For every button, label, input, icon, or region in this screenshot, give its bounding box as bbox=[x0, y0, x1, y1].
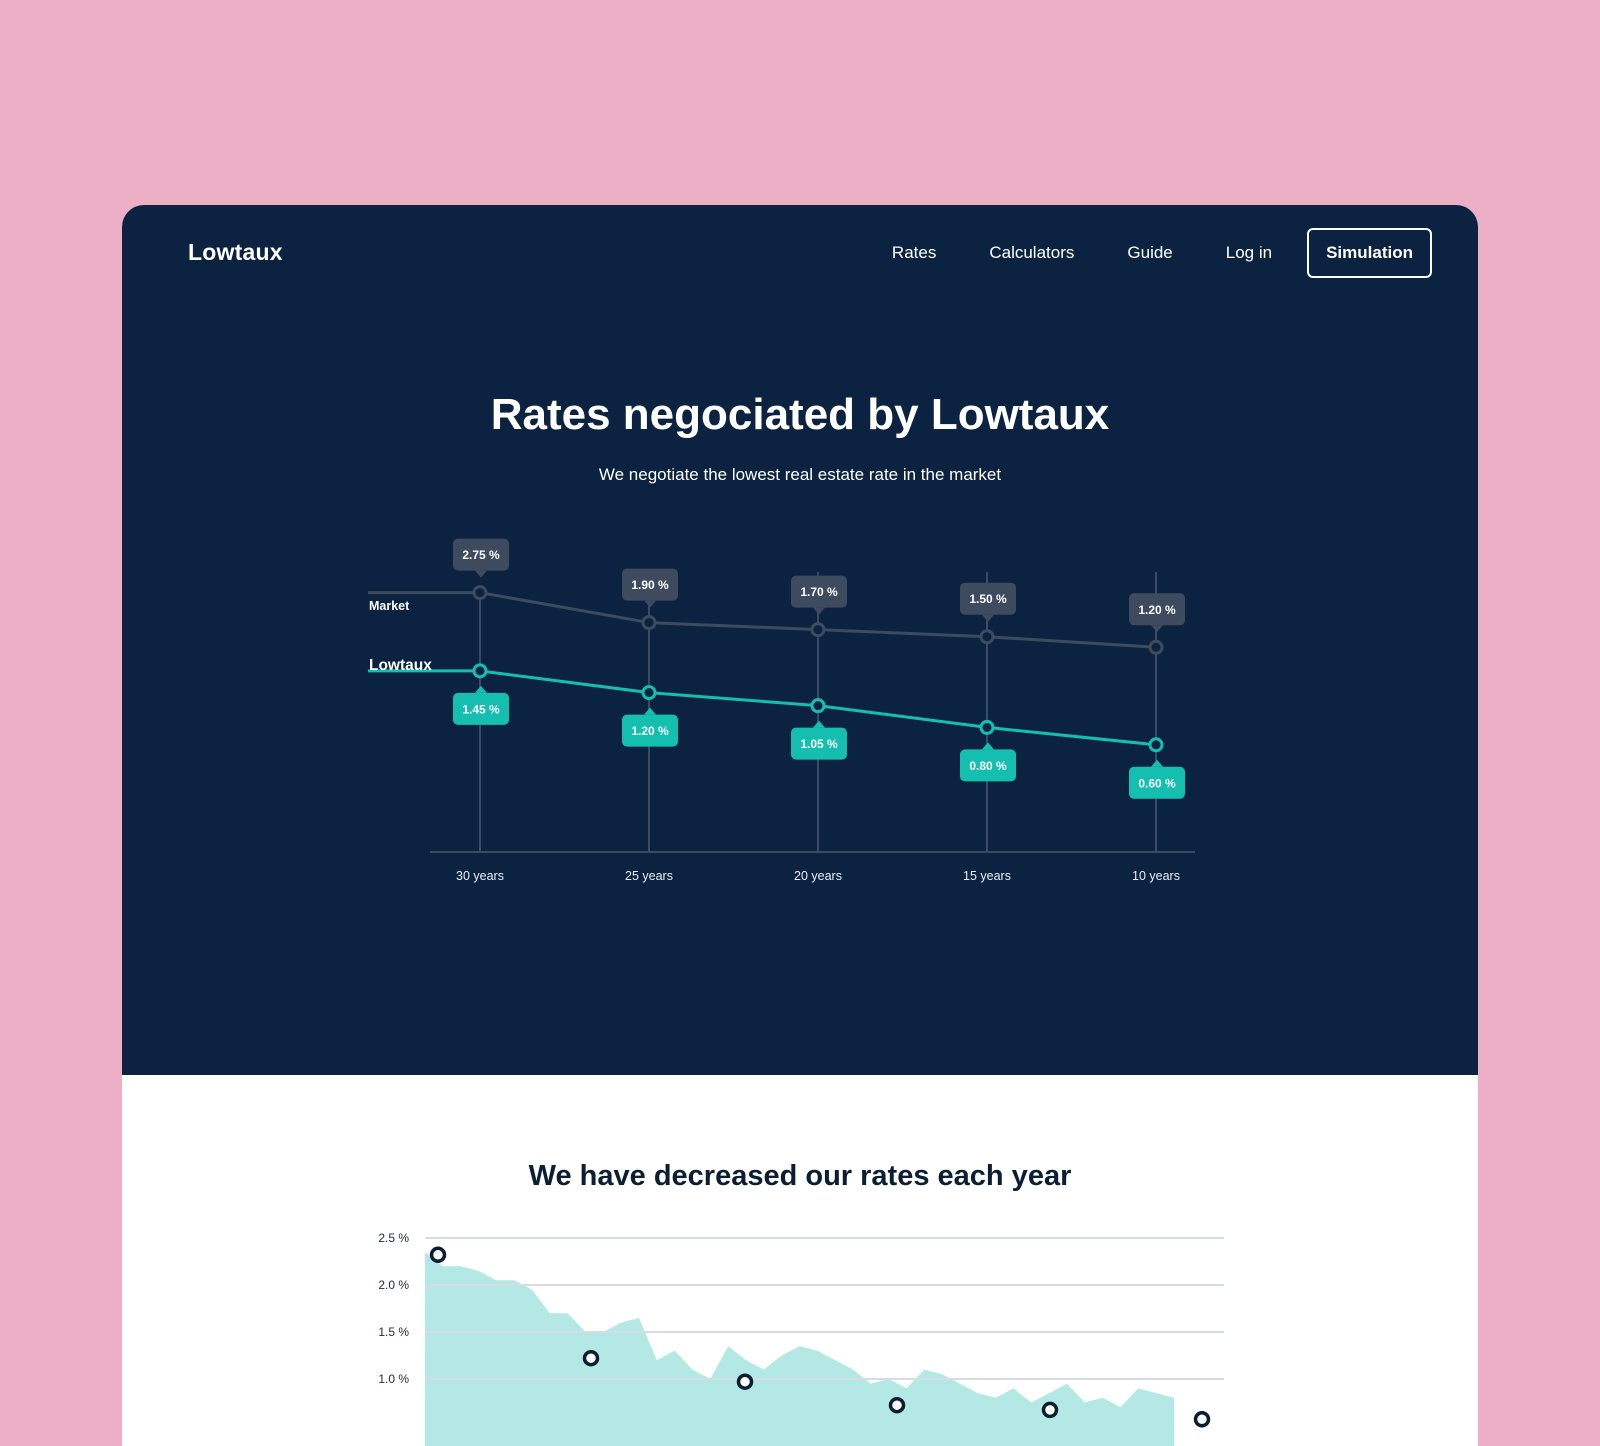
y-tick-label: 2.5 % bbox=[378, 1231, 409, 1245]
y-tick-label: 1.5 % bbox=[378, 1325, 409, 1339]
y-tick-label: 2.0 % bbox=[378, 1278, 409, 1292]
y-tick-label: 1.0 % bbox=[378, 1372, 409, 1386]
yearly-point bbox=[736, 1373, 754, 1390]
area-fill bbox=[425, 1252, 1174, 1446]
yearly-rates-chart: 2.5 % 2.0 % 1.5 % 1.0 % bbox=[378, 1231, 1224, 1446]
yearly-point bbox=[1041, 1401, 1059, 1419]
page-frame: Lowtaux Rates Calculators Guide Log in S… bbox=[122, 205, 1478, 1446]
yearly-point bbox=[1193, 1411, 1211, 1428]
yearly-point bbox=[582, 1349, 600, 1367]
yearly-point bbox=[888, 1396, 906, 1414]
yearly-point bbox=[429, 1246, 447, 1264]
